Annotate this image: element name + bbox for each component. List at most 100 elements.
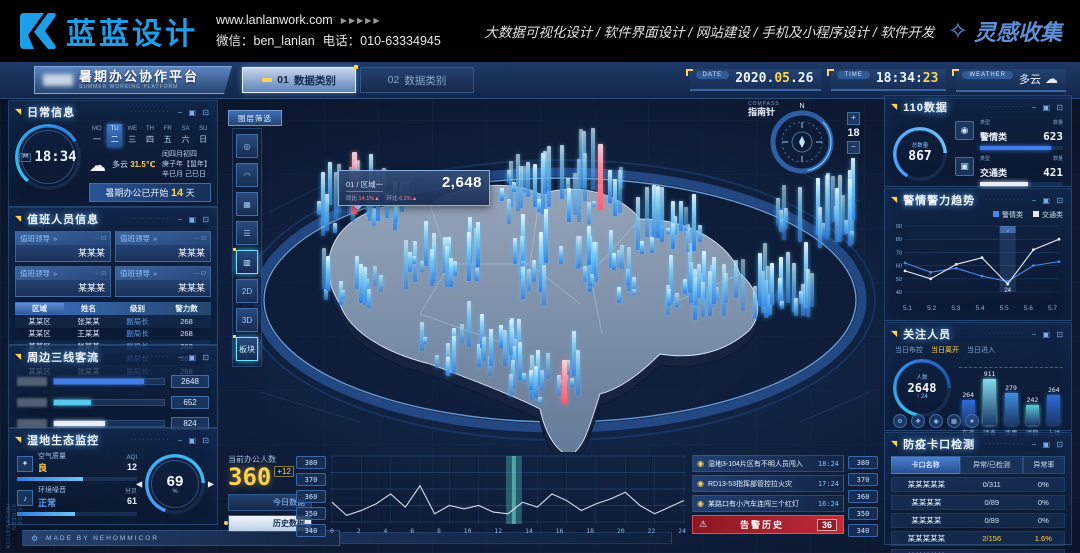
- checkpoint-row[interactable]: 某某某某0/890%: [891, 495, 1065, 510]
- focus-tool-icon-5[interactable]: ★: [965, 414, 979, 428]
- focus-tool-icon-3[interactable]: ◉: [929, 414, 943, 428]
- panel-title: 湿地生态监控: [27, 432, 99, 448]
- duty-card[interactable]: 值班领导»··· ⊡某某某: [15, 266, 111, 297]
- flow-value: 2648: [171, 375, 209, 388]
- mom-arrow-icon: ▲: [412, 196, 417, 202]
- data110-main: 类型警情类数量623: [980, 121, 1063, 150]
- left-arrow-icon[interactable]: ◀: [136, 480, 142, 489]
- bar: [983, 379, 996, 425]
- alert-row[interactable]: ◉某路口有小汽车连闯三个红灯16:24: [692, 495, 844, 512]
- layer-button-8[interactable]: 板块: [236, 337, 258, 361]
- window-control-icons[interactable]: − ▣ ⊡: [178, 215, 211, 224]
- weekday-th[interactable]: TH四: [142, 124, 158, 147]
- map-data-bar: [355, 256, 359, 289]
- weekday-en: MO: [92, 126, 102, 132]
- window-control-icons[interactable]: − ▣ ⊡: [1032, 330, 1065, 339]
- dotted-line: ··········: [954, 104, 1025, 110]
- checkpoint-row[interactable]: 某某某某某2/1561.6%: [891, 531, 1065, 546]
- metric-labels: 环境噪音正常: [38, 487, 66, 508]
- window-control-icons[interactable]: − ▣ ⊡: [1032, 103, 1065, 112]
- map-data-bar: [758, 253, 762, 306]
- layer-button-7[interactable]: 3D: [236, 308, 258, 332]
- svg-text:80: 80: [896, 237, 902, 243]
- metric-num: 61: [127, 496, 137, 506]
- table-row[interactable]: 某某区张某某副局长268: [15, 315, 211, 328]
- map-alert-bar[interactable]: [598, 144, 603, 210]
- zoom-out-button[interactable]: −: [847, 141, 860, 154]
- window-control-icons[interactable]: − ▣ ⊡: [178, 353, 211, 362]
- window-control-icons[interactable]: − ▣ ⊡: [178, 436, 211, 445]
- weekday-su[interactable]: SU日: [195, 124, 211, 147]
- weekday-cn: 三: [124, 134, 140, 146]
- panel-tick-icon: ◥: [891, 330, 897, 338]
- focus-tab[interactable]: 当日离开: [931, 345, 959, 355]
- layer-button-3[interactable]: ▦: [236, 192, 258, 216]
- alert-type-icon: ◉: [697, 499, 704, 508]
- focus-gauge-center: 人数2648↑ 24: [893, 359, 951, 417]
- alert-row[interactable]: ◉湿地3-104片区有不明人员闯入18:24: [692, 455, 844, 472]
- map-data-bar: [540, 370, 544, 390]
- column-header: 区域: [15, 303, 64, 314]
- right-arrow-icon[interactable]: ▶: [208, 480, 214, 489]
- map-data-bar: [835, 188, 839, 242]
- map-data-bar: [503, 330, 507, 366]
- window-control-icons[interactable]: − ▣ ⊡: [1032, 440, 1065, 449]
- website-url[interactable]: www.lanlanwork.com: [216, 13, 333, 27]
- checkpoint-column-header[interactable]: 卡口名称: [891, 456, 960, 474]
- map-data-bar: [317, 201, 321, 215]
- focus-tab[interactable]: 当日进入: [967, 345, 995, 355]
- panel-tick-icon: ◥: [15, 436, 21, 444]
- table-cell: 某某区: [15, 328, 64, 339]
- focus-tool-icon-4[interactable]: ▦: [947, 414, 961, 428]
- compass-dial[interactable]: N: [770, 110, 834, 174]
- tab-data-category-02[interactable]: 02数据类别: [360, 67, 474, 93]
- checkpoint-row[interactable]: 某某某某某2/2681.6%: [891, 549, 1065, 553]
- map-data-bar: [544, 209, 548, 263]
- weekday-sa[interactable]: SA六: [178, 124, 194, 147]
- x-tick: 8: [437, 527, 441, 535]
- duty-card[interactable]: 值班领导»··· ⊡某某某: [115, 231, 211, 262]
- weekday-fr[interactable]: FR五: [160, 124, 176, 147]
- alert-row[interactable]: ◉RD13-53指挥部管控拉火灾17:24: [692, 475, 844, 492]
- panel-daily-info: ◥日常信息··········− ▣ ⊡PM18:34MO一TU二WE三TH四F…: [8, 100, 218, 207]
- checkpoint-name: 某某某某: [892, 497, 961, 508]
- layer-button-4[interactable]: ☰: [236, 221, 258, 245]
- table-row[interactable]: 某某区王某某副局长268: [15, 328, 211, 341]
- focus-tool-icon-1[interactable]: ⚙: [893, 414, 907, 428]
- x-tick: 0: [330, 527, 334, 535]
- column-header: 警力数: [162, 303, 211, 314]
- checkpoint-rate: 1.6%: [1023, 534, 1064, 543]
- map-data-bar: [578, 236, 582, 267]
- alert-history-banner[interactable]: ⚠告警历史36: [692, 515, 844, 534]
- map-alert-bar[interactable]: [562, 360, 567, 404]
- tab-data-category-01[interactable]: 01数据类别: [242, 67, 356, 93]
- weekday-cn: 五: [160, 134, 176, 146]
- y-tick: 340: [296, 524, 326, 537]
- layer-button-5[interactable]: ▥: [236, 250, 258, 274]
- duty-card[interactable]: 值班领导»··· ⊡某某某: [115, 266, 211, 297]
- type-label: 类型: [980, 157, 1007, 163]
- focus-tab[interactable]: 当日布控: [895, 345, 923, 355]
- window-control-icons[interactable]: − ▣ ⊡: [1032, 196, 1065, 205]
- layer-button-6[interactable]: 2D: [236, 279, 258, 303]
- zoom-in-button[interactable]: +: [847, 112, 860, 125]
- collect-label: 灵感收集: [974, 15, 1062, 47]
- type-block: 类型交通类: [980, 157, 1007, 180]
- window-control-icons[interactable]: − ▣ ⊡: [178, 108, 211, 117]
- weekday-we[interactable]: WE三: [124, 124, 140, 147]
- checkpoint-row[interactable]: 某某某某某0/3110%: [891, 477, 1065, 492]
- map-data-bar: [341, 290, 345, 299]
- weekday-mo[interactable]: MO一: [89, 124, 105, 147]
- tab-label: 数据类别: [404, 73, 446, 88]
- layer-button-2[interactable]: ◠: [236, 163, 258, 187]
- layer-button-1[interactable]: ◎: [236, 134, 258, 158]
- phone-number: 电话：010-63334945: [323, 30, 441, 49]
- date-box: DATE 2020.05.26: [690, 69, 822, 91]
- header-info: DATE 2020.05.26 TIME 18:34:23 WEATHER 多云…: [690, 69, 1080, 92]
- metric-value: 良: [38, 461, 66, 474]
- weekday-tu[interactable]: TU二: [107, 124, 123, 147]
- checkpoint-row[interactable]: 某某某某0/890%: [891, 513, 1065, 528]
- focus-tool-icon-2[interactable]: ✚: [911, 414, 925, 428]
- weather-line: 多云 31.5℃: [112, 160, 156, 170]
- duty-card[interactable]: 值班领导»··· ⊡某某某: [15, 231, 111, 262]
